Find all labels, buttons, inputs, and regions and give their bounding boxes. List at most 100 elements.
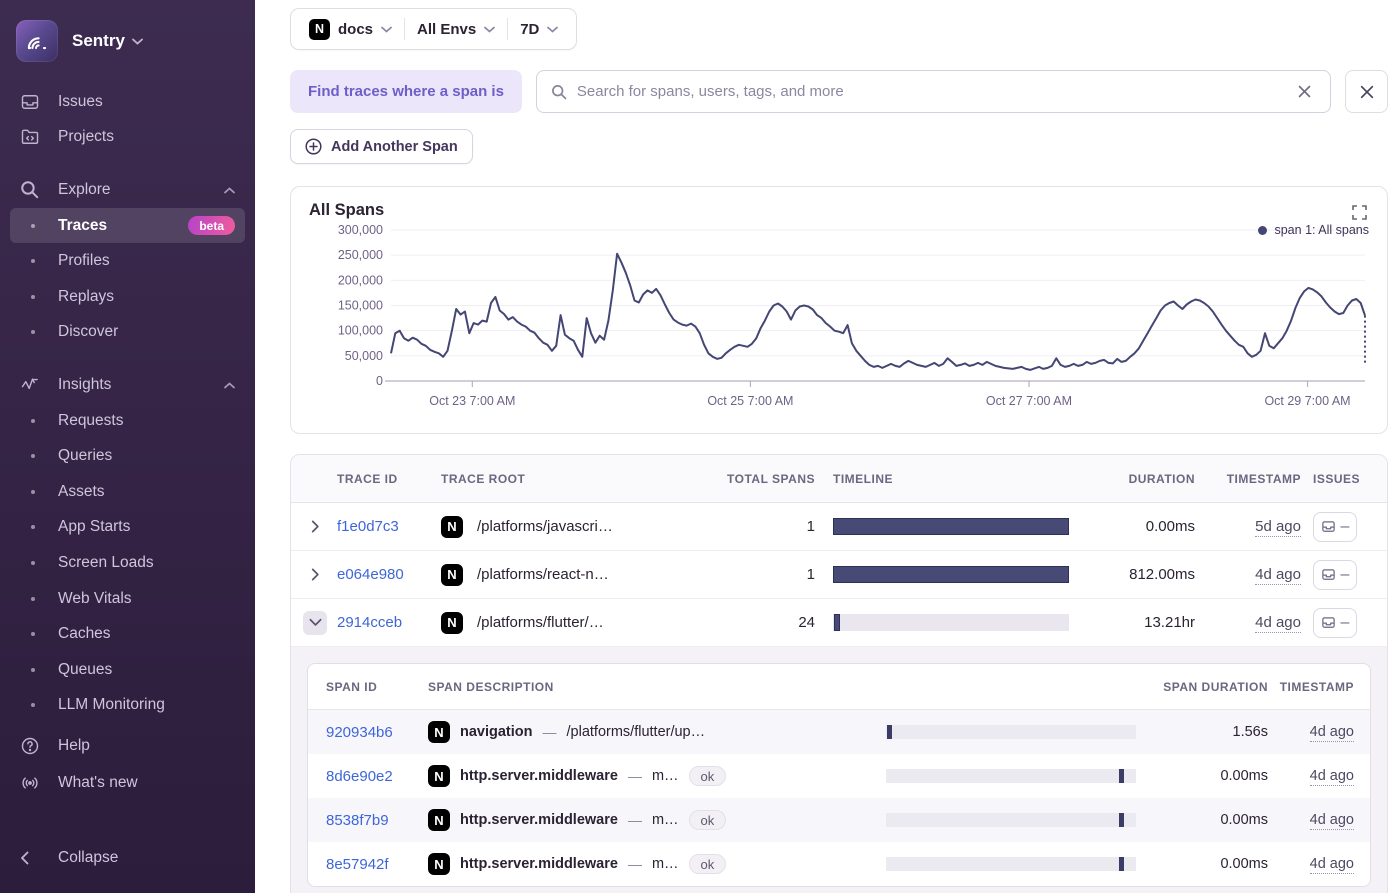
span-id-link[interactable]: 920934b6: [308, 724, 428, 741]
sidebar-item-label: Requests: [58, 411, 124, 429]
issues-pill[interactable]: –: [1313, 607, 1357, 638]
col-timeline[interactable]: Timeline: [821, 472, 1083, 486]
timeline-bar: [833, 566, 1069, 583]
org-switcher[interactable]: Sentry: [0, 12, 255, 80]
sidebar-item-web-vitals[interactable]: Web Vitals: [10, 581, 245, 617]
chevron-down-icon: [484, 26, 496, 33]
chevron-up-icon: [224, 376, 235, 394]
col-timestamp[interactable]: Timestamp: [1201, 472, 1307, 486]
line-chart[interactable]: 0 50,000 100,000 150,000 200,000 250,000 300,0…: [309, 220, 1369, 427]
total-spans: 24: [798, 614, 815, 631]
span-op: http.server.middleware: [460, 768, 618, 784]
sidebar-item-queues[interactable]: Queues: [10, 652, 245, 688]
trace-id-link[interactable]: f1e0d7c3: [337, 518, 441, 535]
timeline-track[interactable]: [833, 614, 1069, 631]
traces-table-header: Trace ID Trace Root Total Spans Timeline Dur…: [291, 455, 1387, 503]
svg-text:250,000: 250,000: [338, 248, 383, 262]
span-timeline-track[interactable]: [886, 725, 1136, 739]
sidebar-item-explore[interactable]: Explore: [10, 172, 245, 208]
nextjs-icon: N: [428, 765, 450, 787]
trace-timestamp[interactable]: 5d ago: [1255, 518, 1301, 537]
sidebar-item-label: LLM Monitoring: [58, 696, 165, 714]
span-search-input[interactable]: [576, 83, 1283, 100]
trace-timestamp[interactable]: 4d ago: [1255, 614, 1301, 633]
sidebar-item-projects[interactable]: Projects: [10, 120, 245, 156]
expand-trace-button[interactable]: [303, 515, 327, 539]
chart-legend[interactable]: span 1: All spans: [1258, 223, 1369, 237]
svg-text:0: 0: [376, 374, 383, 388]
span-timestamp[interactable]: 4d ago: [1309, 856, 1354, 874]
spans-table-header: Span ID Span Description Span Duration Time…: [308, 664, 1370, 710]
span-description: /platforms/flutter/up…: [566, 724, 706, 740]
sidebar-item-caches[interactable]: Caches: [10, 616, 245, 652]
span-timestamp[interactable]: 4d ago: [1309, 724, 1354, 742]
sidebar-item-replays[interactable]: Replays: [10, 279, 245, 315]
span-op: http.server.middleware: [460, 812, 618, 828]
col-trace-id[interactable]: Trace ID: [337, 472, 441, 486]
expand-trace-button[interactable]: [303, 610, 327, 635]
span-id-link[interactable]: 8d6e90e2: [308, 768, 428, 785]
timeline-track[interactable]: [833, 518, 1069, 535]
project-selector-label: docs: [338, 20, 374, 38]
clear-search-button[interactable]: [1293, 80, 1316, 103]
sidebar-item-discover[interactable]: Discover: [10, 315, 245, 351]
col-issues[interactable]: Issues: [1307, 472, 1387, 486]
sidebar-item-assets[interactable]: Assets: [10, 474, 245, 510]
trace-root: /platforms/react-n…: [477, 566, 609, 583]
col-trace-root[interactable]: Trace Root: [441, 472, 715, 486]
plus-circle-icon: [305, 138, 322, 155]
sidebar-item-llm-monitoring[interactable]: LLM Monitoring: [10, 688, 245, 724]
sidebar-collapse-button[interactable]: Collapse: [10, 839, 245, 876]
all-spans-chart-panel: All Spans span 1: All spans 0 50,000 100,0…: [290, 186, 1388, 434]
trace-timestamp[interactable]: 4d ago: [1255, 566, 1301, 585]
timeline-track[interactable]: [833, 566, 1069, 583]
sidebar-item-label: Replays: [58, 287, 114, 305]
col-duration[interactable]: Duration: [1083, 472, 1201, 486]
expand-trace-button[interactable]: [303, 563, 327, 587]
sidebar-item-requests[interactable]: Requests: [10, 403, 245, 439]
insights-icon: [20, 375, 46, 395]
trace-id-link[interactable]: e064e980: [337, 566, 441, 583]
issues-pill[interactable]: –: [1313, 511, 1357, 542]
org-name: Sentry: [72, 31, 125, 50]
sidebar-item-queries[interactable]: Queries: [10, 438, 245, 474]
expand-chart-button[interactable]: [1348, 201, 1371, 224]
bullet-icon: [31, 330, 35, 335]
expanded-trace-zone: Span ID Span Description Span Duration Time…: [291, 647, 1387, 893]
span-timeline-track[interactable]: [886, 769, 1136, 783]
sidebar-item-label: App Starts: [58, 518, 131, 536]
issues-pill[interactable]: –: [1313, 559, 1357, 590]
issues-icon: [1321, 569, 1335, 580]
svg-text:Oct 25 7:00 AM: Oct 25 7:00 AM: [707, 394, 793, 408]
trace-id-link[interactable]: 2914cceb: [337, 614, 441, 631]
sidebar-item-profiles[interactable]: Profiles: [10, 243, 245, 279]
span-duration: 0.00ms: [1220, 768, 1268, 784]
add-another-span-button[interactable]: Add Another Span: [290, 129, 473, 164]
sidebar-item-what-s-new[interactable]: What's new: [10, 764, 245, 801]
sidebar-item-screen-loads[interactable]: Screen Loads: [10, 545, 245, 581]
sidebar-item-help[interactable]: Help: [10, 727, 245, 764]
svg-text:50,000: 50,000: [345, 349, 383, 363]
sidebar-item-label: What's new: [58, 773, 138, 791]
sidebar-item-issues[interactable]: Issues: [10, 84, 245, 120]
span-id-link[interactable]: 8538f7b9: [308, 812, 428, 829]
date-range-selector[interactable]: 7D: [508, 14, 570, 44]
separator: —: [627, 812, 642, 828]
main-content: N docs All Envs 7D Find traces where a s…: [255, 0, 1400, 893]
sidebar-item-app-starts[interactable]: App Starts: [10, 510, 245, 546]
environment-selector[interactable]: All Envs: [405, 14, 507, 44]
span-timestamp[interactable]: 4d ago: [1309, 768, 1354, 786]
col-total-spans[interactable]: Total Spans: [715, 472, 821, 486]
sidebar-item-insights[interactable]: Insights: [10, 367, 245, 403]
span-timestamp[interactable]: 4d ago: [1309, 812, 1354, 830]
remove-span-filter-button[interactable]: [1345, 70, 1388, 113]
project-selector[interactable]: N docs: [297, 14, 404, 44]
trace-duration: 812.00ms: [1129, 566, 1195, 583]
sidebar: Sentry Issues Projects Explore Traces beta Pr…: [0, 0, 255, 893]
span-id-link[interactable]: 8e57942f: [308, 856, 428, 873]
sidebar-item-traces[interactable]: Traces beta: [10, 207, 245, 244]
span-timeline-track[interactable]: [886, 813, 1136, 827]
nextjs-icon: N: [428, 853, 450, 875]
span-timeline-track[interactable]: [886, 857, 1136, 871]
span-status-badge: ok: [688, 854, 727, 874]
